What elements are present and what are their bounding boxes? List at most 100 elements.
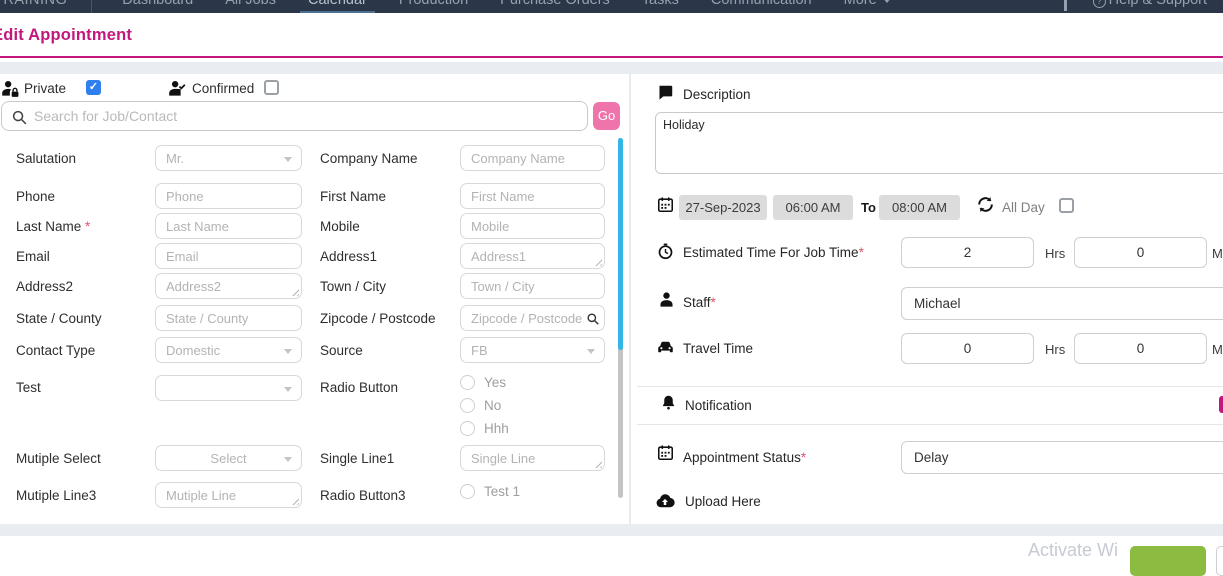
town-city-input[interactable]: Town / City [460, 273, 605, 299]
date-picker-chip[interactable]: 27-Sep-2023 [679, 195, 767, 220]
add-notification-button[interactable] [1219, 396, 1223, 413]
test-select[interactable] [155, 375, 302, 401]
field-label-state-county: State / County [16, 311, 155, 326]
field-label-address2: Address2 [16, 279, 155, 294]
end-time-chip[interactable]: 08:00 AM [879, 195, 960, 220]
zipcode-input[interactable]: Zipcode / Postcode [460, 305, 605, 331]
cancel-button[interactable] [1216, 546, 1223, 576]
chevron-down-icon [883, 0, 891, 3]
nav-item-dashboard[interactable]: Dashboard [120, 0, 195, 13]
section-divider [637, 386, 1223, 387]
field-label-mobile: Mobile [320, 219, 460, 234]
nav-divider [91, 0, 92, 13]
appointment-status-label: Appointment Status* [683, 450, 806, 465]
title-underline [0, 56, 1223, 58]
source-select[interactable]: FB [460, 337, 605, 363]
travel-time-label: Travel Time [683, 341, 753, 356]
address1-textarea[interactable]: Address1 [460, 243, 605, 269]
calendar-icon [657, 444, 674, 461]
mutiple-line3-textarea[interactable]: Mutiple Line [155, 482, 302, 508]
field-label-address1: Address1 [320, 249, 460, 264]
notification-label: Notification [685, 398, 752, 413]
salutation-select[interactable]: Mr. [155, 145, 302, 171]
panel-scrollbar-thumb[interactable] [618, 138, 623, 350]
nav-item-communication[interactable]: Communication [709, 0, 814, 13]
field-label-zipcode: Zipcode / Postcode [320, 311, 460, 326]
job-contact-search [1, 101, 588, 131]
hrs-unit-label: Hrs [1045, 342, 1065, 357]
panel-scrollbar-track[interactable] [618, 138, 623, 498]
required-asterisk: * [85, 219, 90, 234]
hrs-unit-label: Hrs [1045, 246, 1065, 261]
help-support-link[interactable]: Help & Support [1109, 0, 1207, 8]
upload-here-label[interactable]: Upload Here [685, 494, 761, 509]
field-label-radio-button: Radio Button [320, 375, 460, 395]
confirmed-label: Confirmed [192, 81, 254, 96]
search-icon [11, 109, 28, 126]
search-input[interactable] [34, 103, 574, 129]
nav-item-tasks[interactable]: Tasks [640, 0, 681, 13]
first-name-input[interactable]: First Name [460, 183, 605, 209]
nav-item-more[interactable]: More [842, 0, 893, 13]
min-unit-label: Min [1212, 342, 1223, 357]
company-name-input[interactable]: Company Name [460, 145, 605, 171]
radio-yes[interactable] [460, 375, 475, 390]
nav-brand[interactable]: TRAINING [0, 0, 69, 13]
private-label: Private [24, 81, 66, 96]
notification-icon[interactable] [1064, 0, 1067, 11]
single-line1-textarea[interactable]: Single Line [460, 445, 605, 471]
mobile-input[interactable]: Mobile [460, 213, 605, 239]
all-day-checkbox[interactable] [1059, 198, 1074, 213]
comment-icon [657, 84, 674, 101]
person-lock-icon [1, 79, 20, 98]
email-input[interactable]: Email [155, 243, 302, 269]
staff-input[interactable]: Michael [901, 287, 1223, 320]
private-checkbox[interactable]: ✓ [86, 80, 101, 95]
appointment-panel: Description Holiday 27-Sep-2023 06:00 AM… [631, 74, 1223, 524]
activate-watermark: Activate Wi [1028, 540, 1118, 561]
field-label-company-name: Company Name [320, 151, 460, 166]
save-button[interactable] [1130, 546, 1206, 576]
person-icon [658, 291, 675, 308]
address2-textarea[interactable]: Address2 [155, 273, 302, 299]
field-label-mutiple-line3: Mutiple Line3 [16, 488, 155, 503]
contact-type-select[interactable]: Domestic [155, 337, 302, 363]
help-circle-icon: ? [1093, 0, 1106, 8]
field-label-first-name: First Name [320, 189, 460, 204]
radio-test1[interactable] [460, 484, 475, 499]
travel-hrs-input[interactable]: 0 [901, 333, 1034, 364]
field-label-mutiple-select: Mutiple Select [16, 451, 155, 466]
go-button[interactable]: Go [593, 102, 620, 130]
nav-item-purchase-orders[interactable]: Purchase Orders [498, 0, 612, 13]
state-county-input[interactable]: State / County [155, 305, 302, 331]
phone-input[interactable]: Phone [155, 183, 302, 209]
radio-option: No [460, 398, 605, 413]
appointment-status-input[interactable]: Delay [901, 441, 1223, 474]
radio-option: Hhh [460, 421, 605, 436]
last-name-input[interactable]: Last Name [155, 213, 302, 239]
staff-label: Staff* [683, 295, 716, 310]
field-label-single-line1: Single Line1 [320, 451, 460, 466]
mutiple-select[interactable]: Select [155, 445, 302, 471]
modal-top-edge [0, 62, 1223, 74]
field-label-source: Source [320, 343, 460, 358]
nav-item-production[interactable]: Production [397, 0, 470, 13]
min-unit-label: Min [1212, 246, 1223, 261]
estimated-min-input[interactable]: 0 [1074, 237, 1207, 268]
travel-min-input[interactable]: 0 [1074, 333, 1207, 364]
top-navbar: TRAINING Dashboard All Jobs Calendar Pro… [0, 0, 1223, 13]
start-time-chip[interactable]: 06:00 AM [773, 195, 853, 220]
nav-item-calendar[interactable]: Calendar [306, 0, 369, 13]
radio-no[interactable] [460, 398, 475, 413]
recurrence-icon[interactable] [976, 195, 995, 214]
confirmed-checkbox[interactable] [264, 80, 279, 95]
estimated-hrs-input[interactable]: 2 [901, 237, 1034, 268]
nav-item-all-jobs[interactable]: All Jobs [223, 0, 278, 13]
description-textarea[interactable]: Holiday [655, 112, 1223, 174]
field-label-salutation: Salutation [16, 151, 155, 166]
field-label-test: Test [16, 375, 155, 395]
radio-hhh[interactable] [460, 421, 475, 436]
to-label: To [861, 200, 876, 215]
section-divider [637, 424, 1223, 425]
contact-fields-grid: Salutation Mr. Company Name Company Name… [16, 141, 616, 508]
